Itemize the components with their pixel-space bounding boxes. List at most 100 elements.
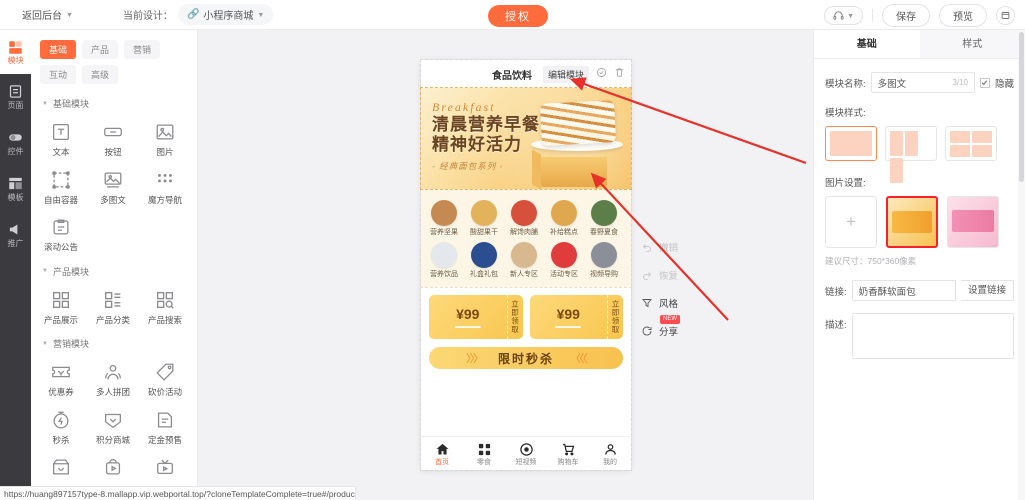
save-button[interactable]: 保存 [882, 3, 930, 27]
module-group-buy[interactable]: 多人拼团 [87, 353, 139, 401]
module-video-bag[interactable] [87, 448, 139, 487]
nav-item[interactable]: 营养饮品 [424, 239, 464, 281]
tab-advanced[interactable]: 高级 [82, 65, 119, 84]
module-multi-image-text[interactable]: 多图文 [87, 161, 139, 209]
tabbar-item-video[interactable]: 短视频 [505, 442, 547, 466]
module-button[interactable]: 按钮 [87, 113, 139, 161]
description-textarea[interactable] [851, 313, 1014, 359]
module-gift-bag[interactable] [35, 448, 87, 487]
add-image-button[interactable]: + [825, 196, 877, 248]
set-link-button[interactable]: 设置链接 [960, 280, 1014, 301]
nav-item[interactable]: 营养坚果 [424, 197, 464, 239]
link-input[interactable] [858, 285, 949, 296]
module-announcement[interactable]: 滚动公告 [35, 208, 87, 256]
share-button[interactable]: NEW 分享 [641, 315, 703, 338]
link-label: 链接: [825, 286, 847, 298]
sidebar-item-pages[interactable]: 页面 [0, 74, 31, 120]
nav-item[interactable]: 补给糕点 [544, 197, 584, 239]
image-thumb-pink[interactable] [947, 196, 999, 248]
module-style-option-2[interactable] [885, 126, 937, 183]
window-button[interactable] [996, 5, 1015, 25]
nav-item[interactable]: 礼盒礼包 [464, 239, 504, 281]
nav-item[interactable]: 酸甜果干 [464, 197, 504, 239]
hide-checkbox[interactable] [979, 77, 990, 88]
module-presale-label: 定金预售 [147, 434, 182, 445]
module-name-input[interactable] [877, 77, 953, 88]
tabbar-item-home[interactable]: 首页 [421, 442, 463, 466]
chevron-down-icon: ▼ [847, 12, 854, 20]
style-button[interactable]: 风格 [641, 296, 703, 310]
nav-item[interactable]: 春野夏食 [584, 197, 624, 239]
nav-item[interactable]: 视频导购 [584, 239, 624, 281]
tab-interactive[interactable]: 互动 [40, 65, 77, 84]
coupon-card[interactable]: ¥99 立即领取 [529, 295, 623, 339]
section-header-basic[interactable]: ▼ 基础模块 [31, 88, 197, 113]
module-live-tv[interactable] [139, 448, 191, 487]
scrollbar-thumb[interactable] [1019, 32, 1024, 182]
tabbar-item-profile[interactable]: 我的 [589, 442, 631, 466]
nav-item[interactable]: 解馋肉脯 [504, 197, 544, 239]
link-field[interactable] [851, 280, 956, 301]
module-coupon[interactable]: 优惠券 [35, 353, 87, 401]
app-root: 返回后台 ▼ 当前设计： 🔗 小程序商城 ▼ 授权 ▼ 保存 预览 模块 页面 … [0, 0, 1025, 500]
tab-product[interactable]: 产品 [82, 40, 119, 59]
page-scrollbar[interactable] [1018, 30, 1025, 500]
module-image[interactable]: 图片 [139, 113, 191, 161]
tab-basic[interactable]: 基础 [40, 40, 77, 59]
section-header-marketing[interactable]: ▼ 营销模块 [31, 328, 197, 353]
edit-module-button[interactable]: 编辑模块 [542, 65, 589, 83]
banner-line2: 精神好活力 [432, 135, 522, 154]
module-product-grid[interactable]: 产品展示 [35, 281, 87, 329]
tabbar-item-cart[interactable]: 购物车 [547, 442, 589, 466]
flash-sale-banner[interactable]: 〉〉〉 限时秒杀 〈〈〈 [429, 347, 623, 369]
share-label: 分享 [659, 327, 679, 338]
tab-style-properties[interactable]: 样式 [919, 30, 1025, 58]
project-selector[interactable]: 🔗 小程序商城 ▼ [177, 4, 274, 25]
back-to-admin-button[interactable]: 返回后台 ▼ [22, 7, 73, 22]
module-cube-nav[interactable]: 魔方导航 [139, 161, 191, 209]
delete-button[interactable] [614, 65, 625, 83]
eye-button[interactable] [596, 65, 607, 83]
section-header-product-label: 产品模块 [52, 266, 89, 277]
module-presale[interactable]: 定金预售 [139, 401, 191, 449]
module-product-category[interactable]: 产品分类 [87, 281, 139, 329]
module-points-mall[interactable]: 积分商城 [87, 401, 139, 449]
tab-marketing[interactable]: 营销 [124, 40, 161, 59]
undo-button[interactable]: 撤销 [641, 240, 703, 254]
banner-subtitle: - 经典面包系列 - [432, 161, 504, 171]
preview-button[interactable]: 预览 [939, 3, 987, 27]
live-tv-icon [157, 459, 173, 475]
module-product-search[interactable]: 产品搜索 [139, 281, 191, 329]
module-style-option-1[interactable] [825, 126, 877, 161]
canvas-area: 食品饮料 编辑模块 Breakfast 清晨营养早餐 精神好活力 - 经典面包系… [198, 30, 813, 500]
hero-banner[interactable]: Breakfast 清晨营养早餐 精神好活力 - 经典面包系列 - [420, 87, 632, 190]
section-header-product[interactable]: ▼ 产品模块 [31, 256, 197, 281]
image-thumb-orange[interactable] [886, 196, 938, 248]
module-text[interactable]: 文本 [35, 113, 87, 161]
tabbar-item-snacks[interactable]: 零食 [463, 442, 505, 466]
sidebar-item-widgets[interactable]: 控件 [0, 120, 31, 166]
redo-button[interactable]: 恢复 [641, 268, 703, 282]
status-bar-url: https://huang897157type-8.mallapp.vip.we… [0, 486, 356, 500]
coupon-divider [555, 326, 582, 328]
nav-item-icon [511, 200, 537, 226]
sidebar-item-templates[interactable]: 模板 [0, 166, 31, 212]
module-bargain[interactable]: 砍价活动 [139, 353, 191, 401]
module-flash-sale[interactable]: 秒杀 [35, 401, 87, 449]
coupon-action[interactable]: 立即领取 [506, 295, 523, 339]
module-text-label: 文本 [52, 147, 70, 157]
nav-item[interactable]: 新人专区 [504, 239, 544, 281]
module-name-field[interactable]: 3/10 [870, 72, 975, 93]
coupon-card[interactable]: ¥99 立即领取 [429, 295, 523, 339]
megaphone-icon [9, 224, 18, 235]
module-style-option-3[interactable] [945, 126, 997, 161]
sidebar-item-promotion[interactable]: 推广 [0, 212, 31, 258]
module-container[interactable]: 自由容器 [35, 161, 87, 209]
tab-basic-properties[interactable]: 基础 [814, 30, 920, 58]
headset-button[interactable]: ▼ [824, 5, 863, 25]
coupon-action[interactable]: 立即领取 [607, 295, 623, 339]
sidebar-item-modules[interactable]: 模块 [0, 30, 31, 74]
style-preview-block [905, 131, 918, 156]
authorize-button[interactable]: 授权 [488, 5, 548, 27]
nav-item[interactable]: 活动专区 [544, 239, 584, 281]
